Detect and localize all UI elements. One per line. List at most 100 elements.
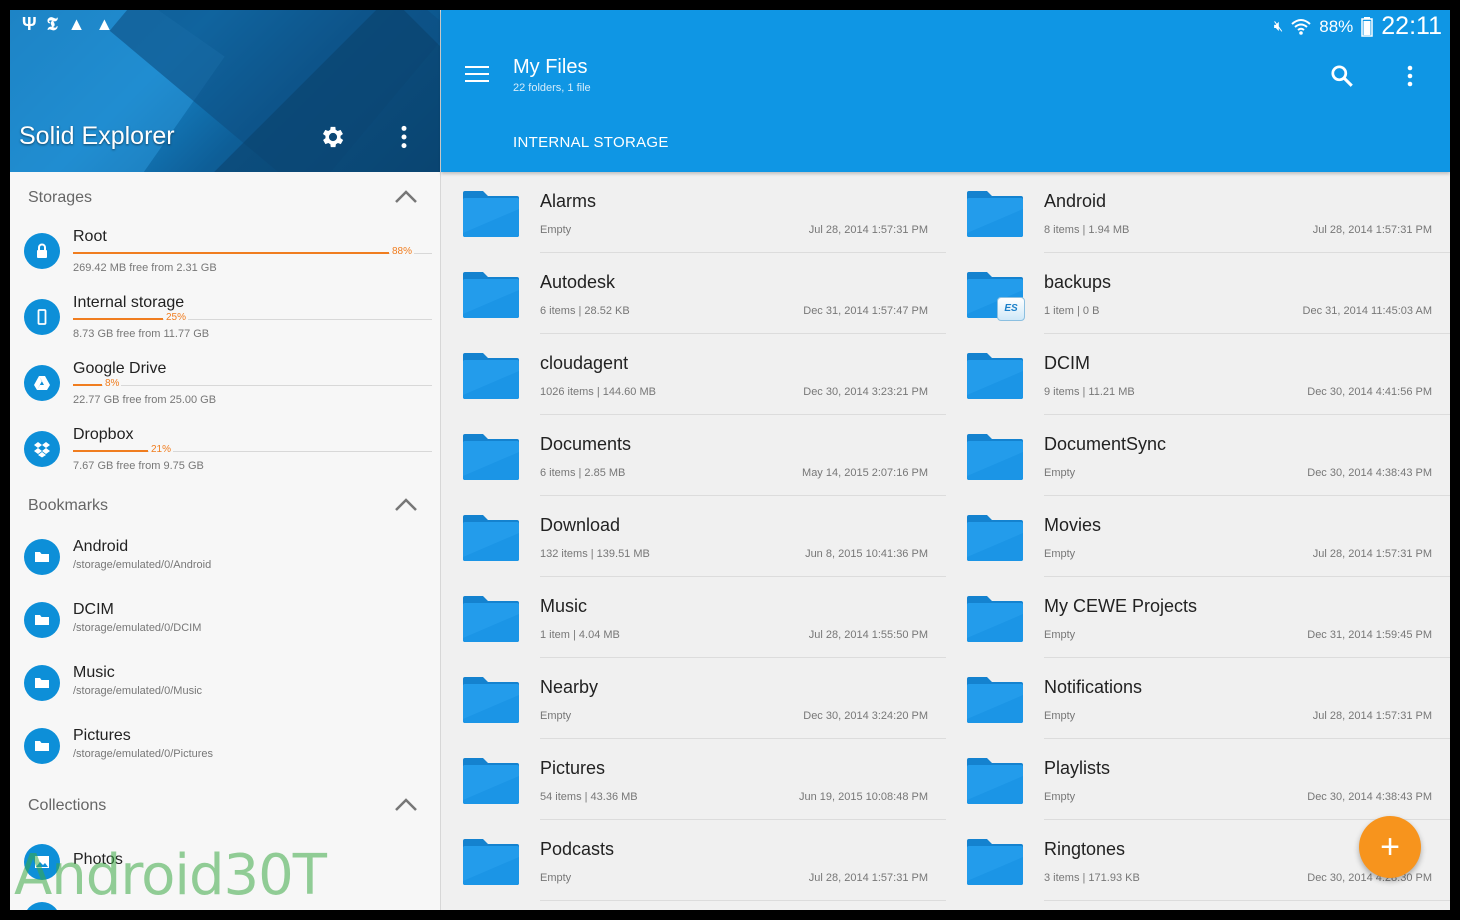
clock: 22:11: [1381, 12, 1442, 40]
file-row-dcim[interactable]: DCIM 9 items | 11.21 MB Dec 30, 2014 4:41:…: [945, 334, 1450, 415]
file-name: Pictures: [540, 758, 606, 778]
storage-icon-wrap: [24, 431, 60, 467]
storage-name: Internal storage: [73, 294, 185, 311]
storage-free-text: 7.67 GB free from 9.75 GB: [73, 460, 204, 472]
folder-icon: [463, 191, 519, 237]
navigation-drawer: Ψ 𝕿 ▲ ▲ Solid Explorer Storages Root 88% 2…: [10, 10, 441, 910]
file-meta: Empty: [1044, 710, 1076, 722]
file-row-pictures[interactable]: Pictures 54 items | 43.36 MB Jun 19, 2015 …: [441, 739, 946, 820]
file-name: Podcasts: [540, 839, 615, 859]
drawer-title: Solid Explorer: [19, 122, 175, 150]
chevron-up-icon[interactable]: [393, 495, 419, 513]
folder-icon: [967, 191, 1023, 237]
storage-free-text: 269.42 MB free from 2.31 GB: [73, 262, 217, 274]
usage-bar: [73, 450, 148, 452]
settings-gear-icon[interactable]: [319, 123, 347, 151]
bookmark-icon-wrap: [24, 728, 60, 764]
file-row-cloudagent[interactable]: cloudagent 1026 items | 144.60 MB Dec 30, …: [441, 334, 946, 415]
bookmark-icon-wrap: [24, 539, 60, 575]
file-name: Music: [540, 596, 588, 616]
file-date: Jul 28, 2014 1:57:31 PM: [1312, 548, 1432, 560]
usage-bar: [73, 318, 163, 320]
file-row-movies[interactable]: Movies Empty Jul 28, 2014 1:57:31 PM: [945, 496, 1450, 577]
folder-icon: [463, 596, 519, 642]
usage-bar: [73, 384, 102, 386]
file-meta: 6 items | 2.85 MB: [540, 467, 626, 479]
menu-icon[interactable]: [465, 66, 489, 84]
file-date: Dec 30, 2014 4:38:43 PM: [1307, 791, 1432, 803]
add-fab-button[interactable]: +: [1359, 816, 1421, 878]
status-icons-left: Ψ 𝕿 ▲ ▲: [22, 14, 113, 35]
folder-icon: [463, 515, 519, 561]
file-date: Dec 31, 2014 1:59:45 PM: [1307, 629, 1432, 641]
collections-section-header[interactable]: Collections: [10, 780, 440, 828]
folder-icon: [35, 741, 49, 751]
folder-icon: [967, 353, 1023, 399]
folder-icon: [463, 839, 519, 885]
storage-item-dropbox[interactable]: Dropbox 21% 7.67 GB free from 9.75 GB: [10, 418, 440, 484]
overflow-menu-icon[interactable]: [1405, 64, 1415, 88]
dropbox-icon: [34, 442, 50, 458]
storage-item-google-drive[interactable]: Google Drive 8% 22.77 GB free from 25.00 G…: [10, 352, 440, 418]
bookmark-list: Android/storage/emulated/0/Android DCIM/s…: [10, 528, 440, 780]
storages-section-header[interactable]: Storages: [10, 172, 440, 220]
file-row-nearby[interactable]: Nearby Empty Dec 30, 2014 3:24:20 PM: [441, 658, 946, 739]
file-row-download[interactable]: Download 132 items | 139.51 MB Jun 8, 2015…: [441, 496, 946, 577]
bookmark-pictures[interactable]: Pictures/storage/emulated/0/Pictures: [10, 717, 440, 780]
file-row-alarms[interactable]: Alarms Empty Jul 28, 2014 1:57:31 PM: [441, 172, 946, 253]
tab-internal-storage[interactable]: INTERNAL STORAGE: [513, 134, 669, 151]
file-row-backups[interactable]: ES backups 1 item | 0 B Dec 31, 2014 11:45:…: [945, 253, 1450, 334]
app-screen: Ψ 𝕿 ▲ ▲ Solid Explorer Storages Root 88% 2…: [10, 10, 1450, 910]
file-row-music[interactable]: Music 1 item | 4.04 MB Jul 28, 2014 1:55:5…: [441, 577, 946, 658]
folder-icon: [967, 758, 1023, 804]
bookmark-music[interactable]: Music/storage/emulated/0/Music: [10, 654, 440, 717]
file-meta: 3 items | 171.93 KB: [1044, 872, 1140, 884]
file-date: Jul 28, 2014 1:57:31 PM: [808, 224, 928, 236]
file-row-podcasts[interactable]: Podcasts Empty Jul 28, 2014 1:57:31 PM: [441, 820, 946, 901]
file-name: DCIM: [1044, 353, 1090, 373]
file-row-documentsync[interactable]: DocumentSync Empty Dec 30, 2014 4:38:43 PM: [945, 415, 1450, 496]
bookmark-dcim[interactable]: DCIM/storage/emulated/0/DCIM: [10, 591, 440, 654]
google-drive-icon: [34, 376, 50, 390]
file-row-android[interactable]: Android 8 items | 1.94 MB Jul 28, 2014 1:5…: [945, 172, 1450, 253]
file-date: Dec 31, 2014 1:57:47 PM: [803, 305, 928, 317]
file-row-my-cewe-projects[interactable]: My CEWE Projects Empty Dec 31, 2014 1:59:4…: [945, 577, 1450, 658]
battery-icon: [1361, 16, 1374, 37]
file-meta: 132 items | 139.51 MB: [540, 548, 650, 560]
storage-item-root[interactable]: Root 88% 269.42 MB free from 2.31 GB: [10, 220, 440, 286]
file-date: Jun 8, 2015 10:41:36 PM: [805, 548, 928, 560]
file-date: Jul 28, 2014 1:55:50 PM: [808, 629, 928, 641]
file-name: Notifications: [1044, 677, 1143, 697]
warning-icon: ▲: [95, 14, 114, 34]
folder-icon: [35, 552, 49, 562]
file-name: Documents: [540, 434, 632, 454]
section-label: Bookmarks: [28, 497, 109, 514]
file-row-autodesk[interactable]: Autodesk 6 items | 28.52 KB Dec 31, 2014 1…: [441, 253, 946, 334]
chevron-up-icon[interactable]: [393, 795, 419, 813]
wifi-icon: [1291, 18, 1311, 35]
file-date: Jul 28, 2014 1:57:31 PM: [1312, 224, 1432, 236]
search-icon[interactable]: [1329, 63, 1355, 89]
file-row-documents[interactable]: Documents 6 items | 2.85 MB May 14, 2015 2…: [441, 415, 946, 496]
folder-icon: [463, 758, 519, 804]
file-date: Dec 30, 2014 4:28:30 PM: [1307, 872, 1432, 884]
bookmark-android[interactable]: Android/storage/emulated/0/Android: [10, 528, 440, 591]
file-date: Dec 30, 2014 4:38:43 PM: [1307, 467, 1432, 479]
drawer-overflow-icon[interactable]: [397, 124, 411, 150]
storage-item-internal-storage[interactable]: Internal storage 25% 8.73 GB free from 11.…: [10, 286, 440, 352]
folder-icon: [463, 434, 519, 480]
chevron-up-icon[interactable]: [393, 187, 419, 205]
file-meta: Empty: [1044, 629, 1076, 641]
file-meta: 8 items | 1.94 MB: [1044, 224, 1130, 236]
storage-list: Root 88% 269.42 MB free from 2.31 GB Intern…: [10, 220, 440, 484]
folder-icon: [967, 839, 1023, 885]
app-bar: 🔇︎ 88% 22:11 My Files 22 folders, 1 file: [441, 10, 1450, 172]
file-name: Android: [1044, 191, 1107, 211]
bookmarks-section-header[interactable]: Bookmarks: [10, 480, 440, 528]
file-row-playlists[interactable]: Playlists Empty Dec 30, 2014 4:38:43 PM: [945, 739, 1450, 820]
warning-icon: ▲: [67, 14, 86, 34]
bookmark-name: Android: [73, 538, 129, 555]
file-meta: 6 items | 28.52 KB: [540, 305, 630, 317]
file-row-notifications[interactable]: Notifications Empty Jul 28, 2014 1:57:31 P…: [945, 658, 1450, 739]
file-name: Nearby: [540, 677, 599, 697]
